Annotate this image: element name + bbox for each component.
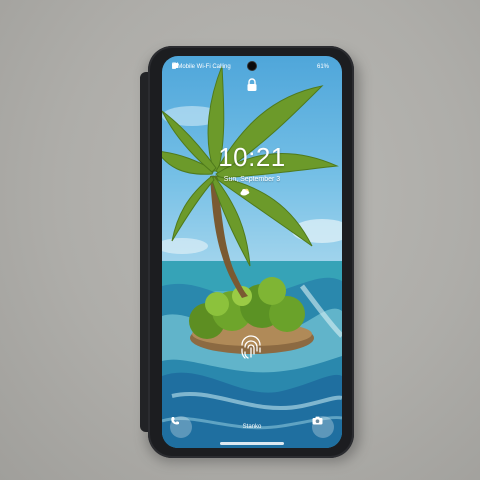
lock-icon[interactable]	[246, 78, 258, 92]
home-indicator[interactable]	[220, 442, 284, 445]
lock-date: Sun, September 3	[223, 176, 281, 183]
fingerprint-icon[interactable]	[236, 333, 266, 363]
lock-screen[interactable]: T-Mobile Wi-Fi Calling 61% 10:21 Sun, Se…	[162, 56, 342, 448]
lock-clock: 10:21	[218, 142, 286, 172]
carrier-label: T-Mobile Wi-Fi Calling	[172, 64, 231, 70]
battery-percent: 61%	[316, 64, 329, 70]
weather-widget[interactable]	[240, 188, 266, 198]
camera-shortcut-button[interactable]	[312, 416, 334, 438]
wallpaper	[162, 65, 342, 448]
front-camera	[248, 62, 256, 70]
